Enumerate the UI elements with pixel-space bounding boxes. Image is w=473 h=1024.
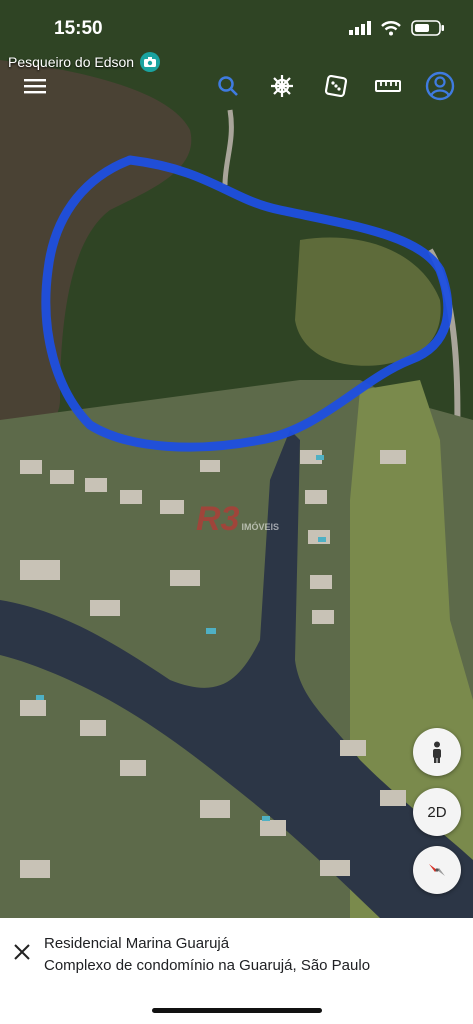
status-time: 15:50	[54, 18, 103, 39]
home-indicator[interactable]	[152, 1008, 322, 1013]
ship-wheel-icon[interactable]	[266, 70, 298, 102]
map-view[interactable]: R3 IMÓVEIS 15:50 Pesqueiro do Edson 2D	[0, 0, 473, 918]
watermark-subtext: IMÓVEIS	[241, 522, 279, 532]
map-toolbar	[0, 70, 473, 106]
status-bar: 15:50	[0, 0, 473, 58]
account-icon[interactable]	[424, 70, 456, 102]
camera-icon	[140, 52, 161, 72]
ruler-icon[interactable]	[372, 70, 404, 102]
view-mode-button[interactable]: 2D	[413, 788, 461, 836]
poi-marker[interactable]: Pesqueiro do Edson	[8, 52, 161, 72]
dice-icon[interactable]	[320, 70, 352, 102]
status-icons	[349, 20, 445, 36]
compass-icon	[429, 864, 445, 876]
watermark-logo: R3 IMÓVEIS	[196, 500, 279, 539]
place-subtitle: Complexo de condomínio na Guarujá, São P…	[44, 957, 371, 974]
satellite-imagery[interactable]	[0, 0, 473, 918]
view-mode-label: 2D	[427, 803, 447, 821]
signal-icon	[349, 21, 371, 35]
watermark-text: R3	[196, 500, 240, 538]
close-icon[interactable]	[10, 940, 34, 964]
place-title: Residencial Marina Guarujá	[44, 935, 230, 952]
menu-icon[interactable]	[19, 70, 51, 102]
pegman-button[interactable]	[413, 728, 461, 776]
compass-button[interactable]	[413, 846, 461, 894]
poi-label: Pesqueiro do Edson	[8, 54, 135, 70]
wifi-icon	[381, 20, 401, 35]
person-icon	[433, 741, 441, 763]
search-icon[interactable]	[212, 70, 244, 102]
battery-icon	[411, 20, 444, 36]
